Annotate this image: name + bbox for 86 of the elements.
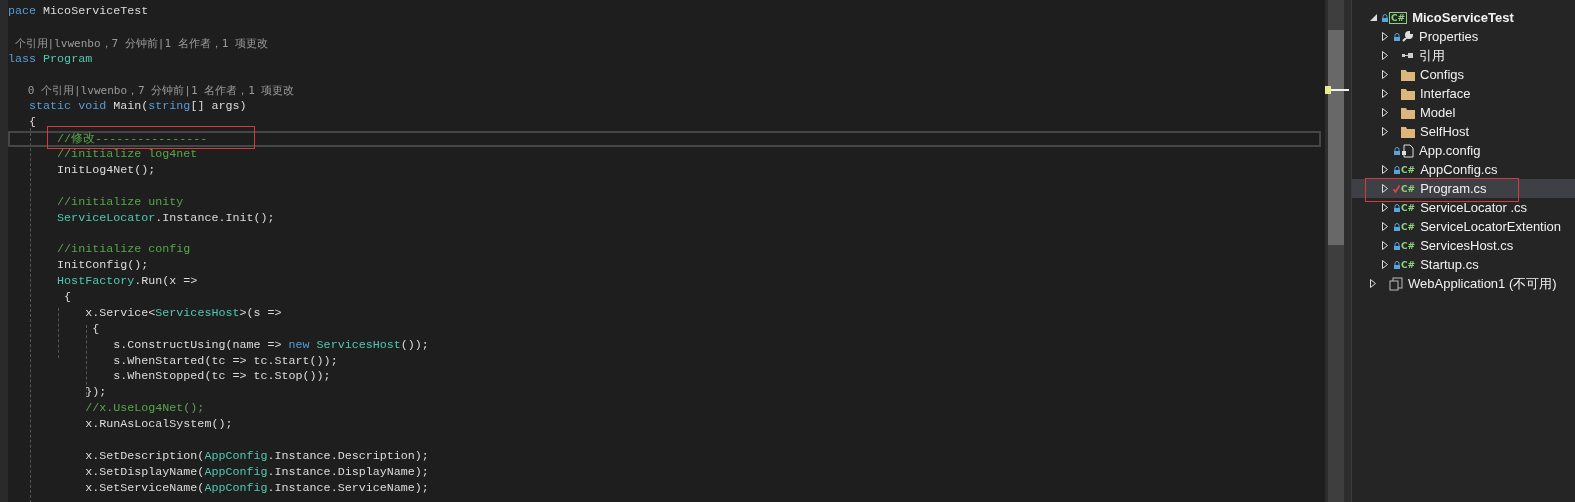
file-type-label: C# (1401, 259, 1416, 270)
tree-item-label: SelfHost (1420, 124, 1470, 139)
code-line: //initialize log4net (56, 147, 198, 163)
code-line: InitLog4Net(); (56, 162, 156, 179)
code-line: lass Program (8, 51, 93, 68)
code-line: s.ConstructUsing(name => new ServicesHost()); (112, 337, 429, 354)
caret-marker (1325, 86, 1349, 94)
tree-item[interactable]: Properties (1352, 27, 1575, 46)
code-line: x.Service<ServicesHost>(s => (84, 305, 282, 322)
expand-arrow-icon[interactable] (1382, 165, 1388, 174)
code-line: //initialize config (56, 242, 191, 259)
expand-arrow-icon[interactable] (1382, 89, 1388, 98)
code-line: x.SetServiceName(AppConfig.Instance.ServiceName); (84, 480, 429, 497)
expand-arrow-icon[interactable] (1382, 260, 1388, 269)
folder-icon (1401, 125, 1415, 138)
code-line: s.WhenStopped(tc => tc.Stop()); (112, 369, 331, 386)
tree-item-label: ServiceLocator .cs (1420, 200, 1528, 215)
tree-item-label: WebApplication1 (不可用) (1408, 274, 1557, 293)
expanded-arrow-icon[interactable] (1369, 14, 1377, 21)
current-code-line: //修改---------------- (8, 131, 1321, 147)
code-line: { (91, 321, 100, 338)
code-line: static void Main(string[] args) (28, 99, 247, 116)
file-type-label: C# (1401, 164, 1416, 175)
code-line: x.SetDescription(AppConfig.Instance.Description); (84, 448, 429, 465)
folder-icon (1401, 87, 1415, 100)
folder-icon (1401, 106, 1415, 119)
tree-item-label: ServicesHost.cs (1420, 238, 1514, 253)
code-line: //initialize unity (56, 194, 184, 211)
tree-item-label: AppConfig.cs (1420, 162, 1498, 177)
code-line: { (28, 115, 37, 132)
code-line: ServiceLocator.Instance.Init(); (56, 210, 275, 227)
code-line: pace MicoServiceTest (8, 4, 149, 20)
tree-item-label: ServiceLocatorExtention (1420, 219, 1562, 234)
tree-item[interactable]: C# Startup.cs (1352, 255, 1575, 274)
file-type-label: C# (1391, 12, 1406, 23)
file-type-label: C# (1401, 221, 1416, 232)
tree-item[interactable]: Interface (1352, 84, 1575, 103)
expand-arrow-icon[interactable] (1382, 32, 1388, 41)
code-line: HostFactory.Run(x => (56, 274, 198, 291)
code-line: InitConfig(); (56, 258, 149, 275)
file-type-label: C# (1401, 183, 1416, 194)
tree-item[interactable]: 引用 (1352, 46, 1575, 65)
tree-item[interactable]: SelfHost (1352, 122, 1575, 141)
tree-item[interactable]: C# ServiceLocatorExtention (1352, 217, 1575, 236)
code-line: }); (84, 385, 107, 402)
expand-arrow-icon[interactable] (1382, 51, 1388, 60)
tree-item[interactable]: Model (1352, 103, 1575, 122)
tree-item[interactable]: WebApplication1 (不可用) (1352, 274, 1575, 293)
code-line: { (63, 290, 72, 306)
expand-arrow-icon[interactable] (1382, 222, 1388, 231)
file-type-label: C# (1401, 202, 1416, 213)
tree-item[interactable]: App.config (1352, 141, 1575, 160)
tree-item-label: Startup.cs (1420, 257, 1479, 272)
tree-item[interactable]: C# AppConfig.cs (1352, 160, 1575, 179)
expand-arrow-icon[interactable] (1382, 108, 1388, 117)
tree-item[interactable]: C# ServiceLocator .cs (1352, 198, 1575, 217)
expand-arrow-icon[interactable] (1382, 203, 1388, 212)
code-line: s.WhenStarted(tc => tc.Start()); (112, 353, 338, 370)
file-type-label: C# (1401, 240, 1416, 251)
expand-arrow-icon[interactable] (1382, 184, 1388, 193)
tree-item-label: Program.cs (1420, 181, 1487, 196)
wrench-icon (1401, 30, 1414, 43)
tree-item-label: 引用 (1419, 46, 1445, 65)
expand-arrow-icon[interactable] (1382, 127, 1388, 136)
tree-item[interactable]: C# ServicesHost.cs (1352, 236, 1575, 255)
tree-item[interactable]: C# MicoServiceTest (1352, 8, 1575, 27)
unavailable-project-icon (1389, 276, 1403, 291)
code-lens-text: 个引用|lvwenbo，7 分钟前|1 名作者，1 项更改 (13, 35, 268, 52)
tree-item-label: Interface (1420, 86, 1471, 101)
tree-item-label: App.config (1419, 143, 1481, 158)
code-line: x.SetDisplayName(AppConfig.Instance.DisplayName); (84, 464, 429, 481)
expand-arrow-icon[interactable] (1370, 279, 1376, 288)
code-lens-text: 0 个引用|lvwenbo，7 分钟前|1 名作者，1 项更改 (26, 83, 295, 100)
config-file-icon (1401, 143, 1414, 158)
expand-arrow-icon[interactable] (1382, 241, 1388, 250)
tree-item-label: MicoServiceTest (1412, 10, 1514, 25)
code-line: x.RunAsLocalSystem(); (84, 417, 233, 434)
scrollbar-thumb[interactable] (1328, 30, 1344, 245)
expand-arrow-icon[interactable] (1382, 70, 1388, 79)
tree-item[interactable]: Configs (1352, 65, 1575, 84)
tree-item-label: Configs (1420, 67, 1465, 82)
tree-item-label: Model (1420, 105, 1456, 120)
tree-item[interactable]: C# Program.cs (1352, 179, 1575, 198)
tree-item-label: Properties (1419, 29, 1479, 44)
folder-icon (1401, 68, 1415, 81)
code-line: //x.UseLog4Net(); (84, 401, 205, 418)
